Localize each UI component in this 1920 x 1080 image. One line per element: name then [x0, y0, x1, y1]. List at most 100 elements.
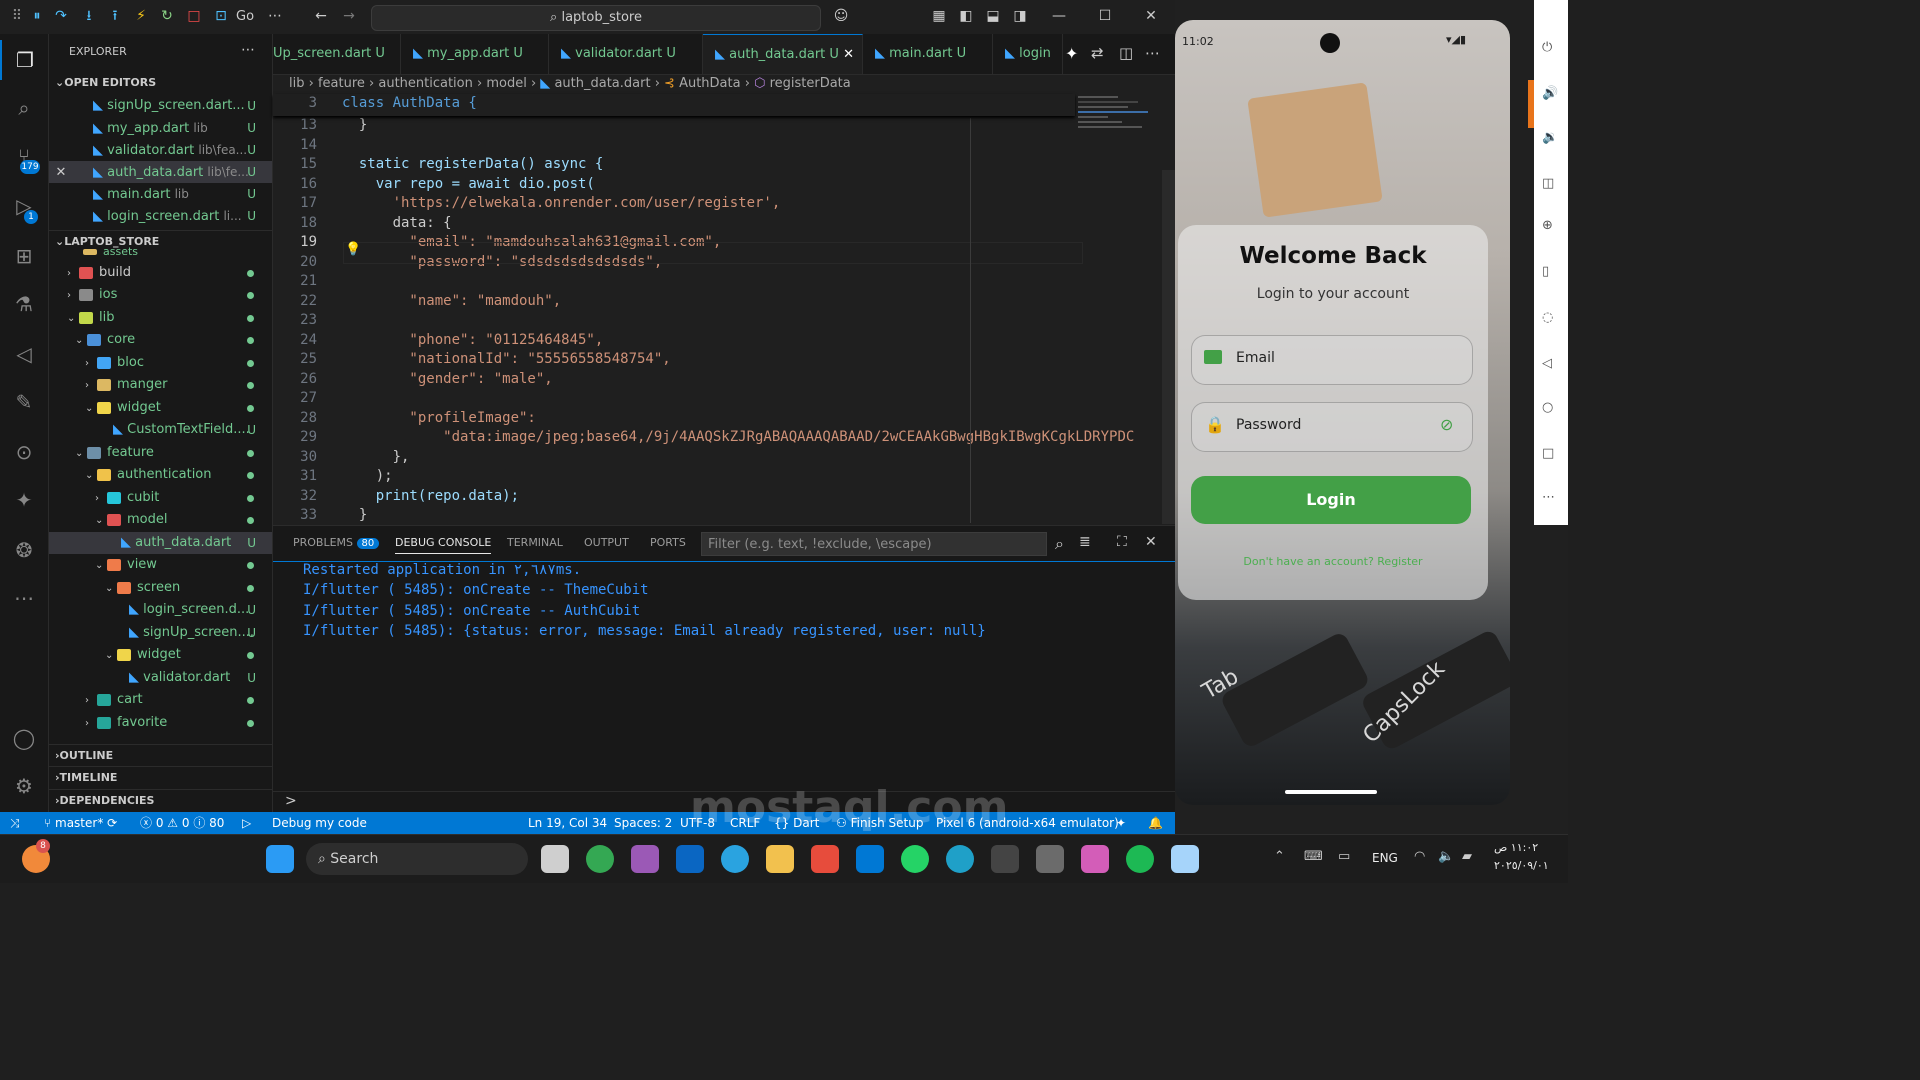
tree-item-ios[interactable]: › ios	[49, 284, 272, 306]
breadcrumb-item[interactable]: registerData	[770, 76, 851, 91]
code-line[interactable]: 'https://elwekala.onrender.com/user/regi…	[342, 195, 781, 211]
breadcrumb-item[interactable]: AuthData	[679, 76, 741, 91]
more-menu-icon[interactable]: ⋯	[266, 7, 284, 25]
dependencies-header[interactable]: ›DEPENDENCIES	[49, 789, 272, 812]
explorer-more-icon[interactable]: ⋯	[241, 42, 255, 58]
explorer-icon[interactable]: ❐	[0, 40, 48, 80]
code-line[interactable]: static registerData() async {	[342, 156, 603, 172]
inspect-icon[interactable]: ⊡	[212, 7, 230, 25]
chrome-icon[interactable]	[586, 845, 614, 873]
code-line[interactable]: );	[342, 468, 393, 484]
code-line[interactable]: }	[342, 507, 367, 523]
clear-console-icon[interactable]: ≣	[1079, 534, 1091, 550]
breadcrumb-item[interactable]: lib	[289, 76, 304, 91]
breadcrumb-item[interactable]: feature	[318, 76, 365, 91]
emulator-more-icon[interactable]: ⋯	[1542, 490, 1555, 505]
breadcrumb-item[interactable]: auth_data.dart	[554, 76, 650, 91]
zoom-icon[interactable]: ⊕	[1542, 218, 1553, 233]
hot-reload-icon[interactable]: ⚡	[132, 7, 150, 25]
forward-arrow-icon[interactable]: →	[340, 7, 358, 25]
remote-icon[interactable]: ⤨	[10, 812, 20, 834]
tree-item-bloc[interactable]: › bloc	[49, 352, 272, 374]
close-tab-icon[interactable]: ✕	[843, 47, 854, 62]
maximize-icon[interactable]: ☐	[1096, 7, 1114, 25]
search-icon[interactable]: ⌕	[1055, 534, 1064, 554]
email-field[interactable]: Email	[1191, 335, 1473, 385]
code-line[interactable]: }	[342, 117, 367, 133]
extensions-icon[interactable]: ⊞	[0, 236, 48, 276]
wifi-icon[interactable]: ◠	[1414, 849, 1425, 864]
go-menu-partial[interactable]: Go	[236, 9, 254, 24]
testing-icon[interactable]: ⚗	[0, 284, 48, 324]
tree-item-core[interactable]: ⌄ core	[49, 329, 272, 351]
settings-gear-icon[interactable]: ⚙	[0, 766, 48, 806]
tab-ports[interactable]: PORTS	[650, 536, 686, 549]
tab-debug-console[interactable]: DEBUG CONSOLE	[395, 536, 492, 554]
editor-more-icon[interactable]: ⋯	[1145, 44, 1160, 62]
tree-item-screen[interactable]: ⌄ screen	[49, 577, 272, 599]
console-filter-input[interactable]: Filter (e.g. text, !exclude, \escape)	[701, 532, 1047, 556]
login-button[interactable]: Login	[1191, 476, 1471, 524]
tree-item-file-selected[interactable]: ◣ auth_data.dart U	[49, 532, 272, 554]
vscode-icon[interactable]	[856, 845, 884, 873]
camera-icon[interactable]: ◫	[1542, 176, 1554, 191]
snipping-tool-icon[interactable]	[1081, 845, 1109, 873]
minimap[interactable]	[1078, 94, 1162, 154]
drag-handle-icon[interactable]: ⠿	[8, 7, 26, 25]
tree-item-lib[interactable]: ⌄ lib	[49, 307, 272, 329]
layout-icon[interactable]: ▦	[930, 7, 948, 25]
tree-item-assets[interactable]: assets	[49, 246, 272, 258]
battery-icon[interactable]: ▰	[1462, 849, 1472, 864]
tree-item-manger[interactable]: › manger	[49, 374, 272, 396]
weather-widget-icon[interactable]: 8	[22, 839, 50, 873]
code-line[interactable]: "data:image/jpeg;base64,/9j/4AAQSkZJRgAB…	[342, 429, 1134, 445]
back-arrow-icon[interactable]: ←	[312, 7, 330, 25]
open-editor-item[interactable]: ◣ my_app.dart lib U	[49, 117, 272, 139]
split-editor-icon[interactable]: ◫	[1119, 44, 1133, 62]
tree-item-widget[interactable]: ⌄ widget	[49, 397, 272, 419]
minimize-icon[interactable]: —	[1050, 7, 1068, 25]
code-editor[interactable]: 3 class AuthData { 13 } 14 15 static regis…	[273, 94, 1175, 524]
tree-item-file[interactable]: ◣ validator.dart U	[49, 667, 272, 689]
password-field[interactable]: 🔒 Password ⊘	[1191, 402, 1473, 452]
tree-item-authentication[interactable]: ⌄ authentication	[49, 464, 272, 486]
gesture-bar[interactable]	[1285, 790, 1377, 794]
tab-my-app[interactable]: ◣ my_app.dart U	[401, 34, 549, 74]
breadcrumb-item[interactable]: authentication	[378, 76, 473, 91]
tab-problems[interactable]: PROBLEMS 80	[293, 536, 380, 549]
tree-item-cubit[interactable]: › cubit	[49, 487, 272, 509]
visibility-off-icon[interactable]: ⊘	[1440, 415, 1453, 434]
tree-item-favorite[interactable]: › favorite	[49, 712, 272, 734]
account-icon[interactable]: ◯	[0, 718, 48, 758]
scan-icon[interactable]: ⊙	[0, 432, 48, 472]
tree-item-view[interactable]: ⌄ view	[49, 554, 272, 576]
compare-icon[interactable]: ⇄	[1091, 44, 1104, 62]
copilot-app-icon[interactable]	[631, 845, 659, 873]
more-views-icon[interactable]: ⋯	[0, 578, 48, 618]
gemini-action-icon[interactable]: ✦	[1065, 44, 1078, 63]
close-window-icon[interactable]: ✕	[1142, 7, 1160, 25]
tab-output[interactable]: OUTPUT	[584, 536, 629, 549]
step-out-icon[interactable]: ⭱	[106, 7, 124, 25]
code-line[interactable]: "name": "mamdouh",	[342, 293, 561, 309]
breadcrumb-item[interactable]: model	[486, 76, 526, 91]
speaker-icon[interactable]: 🔈	[1438, 849, 1454, 864]
telegram-icon[interactable]	[721, 845, 749, 873]
branch-indicator[interactable]: ⑂ master* ⟳	[44, 812, 117, 834]
tree-item-feature[interactable]: ⌄ feature	[49, 442, 272, 464]
close-panel-icon[interactable]: ✕	[1145, 534, 1157, 550]
camera-app-icon[interactable]	[1036, 845, 1064, 873]
notifications-icon[interactable]: 🔔	[1148, 812, 1163, 834]
tab-login[interactable]: ◣ login	[993, 34, 1063, 74]
predator-icon[interactable]	[991, 845, 1019, 873]
tab-terminal[interactable]: TERMINAL	[507, 536, 563, 549]
emulator-app-icon[interactable]	[1171, 845, 1199, 873]
taskbar-search[interactable]: ⌕ Search	[306, 843, 528, 875]
open-editor-item-active[interactable]: ✕ ◣ auth_data.dart lib\fe... U	[49, 161, 272, 183]
step-over-icon[interactable]: ↷	[52, 7, 70, 25]
stop-icon[interactable]: □	[185, 7, 203, 25]
run-debug-icon[interactable]: ▷ 1	[0, 186, 48, 226]
file-explorer-icon[interactable]	[766, 845, 794, 873]
tree-item-cart[interactable]: › cart	[49, 689, 272, 711]
close-editor-icon[interactable]: ✕	[49, 162, 73, 183]
